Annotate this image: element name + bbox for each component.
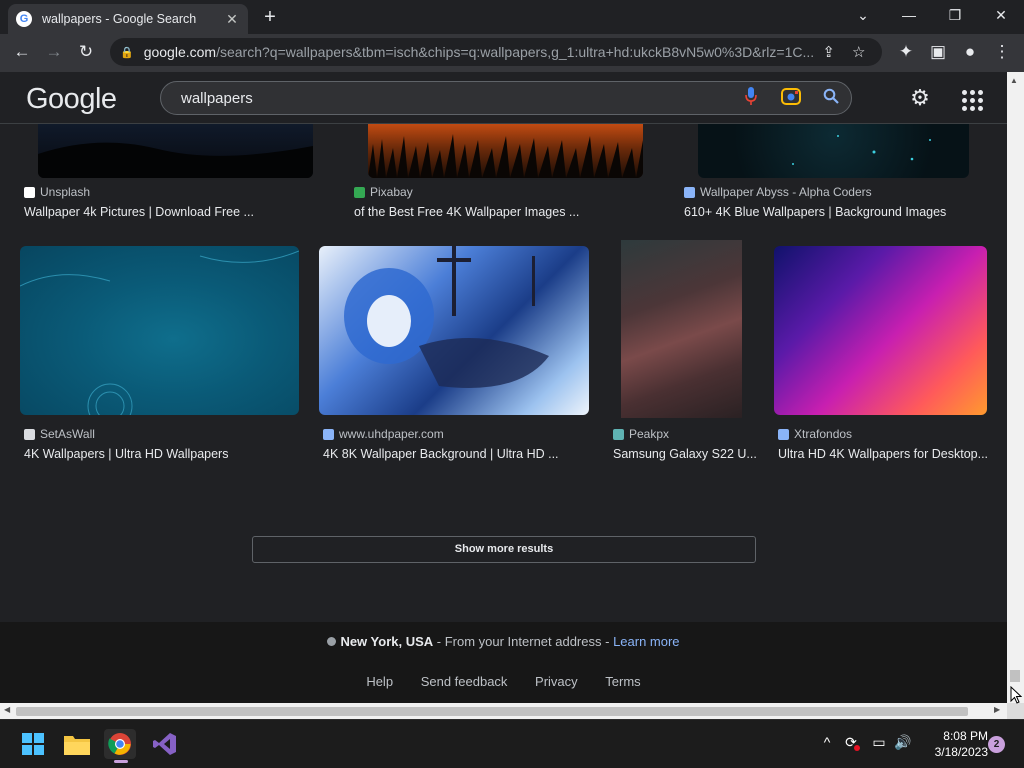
microphone-icon[interactable] xyxy=(731,86,771,110)
learn-more-link[interactable]: Learn more xyxy=(613,634,679,649)
windows-start-icon[interactable] xyxy=(17,729,49,759)
scrollbar-corner xyxy=(1007,703,1024,719)
result-caption[interactable]: Wallpaper 4k Pictures | Download Free ..… xyxy=(24,205,254,219)
visual-studio-icon[interactable] xyxy=(149,729,181,759)
result-image[interactable] xyxy=(20,246,299,415)
sync-error-badge xyxy=(854,745,860,751)
extensions-icon[interactable]: ✦ xyxy=(894,41,918,65)
result-image[interactable] xyxy=(698,124,969,178)
scroll-up-arrow-icon[interactable]: ▲ xyxy=(1010,76,1018,85)
profile-icon[interactable]: ● xyxy=(958,41,982,65)
result-source[interactable]: Pixabay xyxy=(354,185,413,199)
reload-button[interactable]: ↻ xyxy=(74,41,98,65)
result-caption[interactable]: 610+ 4K Blue Wallpapers | Background Ima… xyxy=(684,205,946,219)
setaswall-favicon-icon xyxy=(24,428,35,440)
privacy-link[interactable]: Privacy xyxy=(535,674,578,689)
scroll-right-arrow-icon[interactable]: ▶ xyxy=(994,705,1000,714)
location-name: New York, USA xyxy=(340,634,434,649)
search-icon[interactable] xyxy=(811,88,851,109)
image-results: Unsplash Wallpaper 4k Pictures | Downloa… xyxy=(0,124,1007,703)
mouse-cursor-icon xyxy=(1010,685,1023,704)
show-hidden-icons-chevron-icon[interactable]: ^ xyxy=(816,734,838,750)
bookmark-star-icon[interactable]: ☆ xyxy=(844,43,874,61)
restore-button[interactable]: ❐ xyxy=(932,4,978,30)
volume-icon[interactable]: 🔊 xyxy=(892,734,914,751)
peakpx-favicon-icon xyxy=(613,428,624,440)
footer-links: Help Send feedback Privacy Terms xyxy=(0,674,1007,689)
result-caption[interactable]: Samsung Galaxy S22 U... xyxy=(613,447,757,461)
system-clock[interactable]: 8:08 PM 3/18/2023 xyxy=(918,728,988,760)
google-favicon-icon: G xyxy=(16,11,32,27)
side-panel-icon[interactable]: ▣ xyxy=(926,41,950,65)
file-explorer-icon[interactable] xyxy=(61,729,93,759)
tab-close-icon[interactable]: ✕ xyxy=(224,11,240,28)
location-line: New York, USA - From your Internet addre… xyxy=(0,634,1007,649)
send-feedback-link[interactable]: Send feedback xyxy=(421,674,508,689)
tab-title: wallpapers - Google Search xyxy=(42,12,197,26)
result-image[interactable] xyxy=(774,246,987,415)
result-source[interactable]: SetAsWall xyxy=(24,427,95,441)
uhdpaper-favicon-icon xyxy=(323,428,334,440)
xtrafondos-favicon-icon xyxy=(778,428,789,440)
chrome-taskbar-icon[interactable] xyxy=(104,729,136,759)
settings-gear-icon[interactable]: ⚙ xyxy=(906,84,934,112)
share-icon[interactable]: ⇪ xyxy=(814,43,844,61)
minimize-button[interactable]: — xyxy=(886,4,932,30)
result-image[interactable] xyxy=(319,246,589,415)
network-icon[interactable]: ▭ xyxy=(868,734,890,751)
result-caption[interactable]: 4K 8K Wallpaper Background | Ultra HD ..… xyxy=(323,447,559,461)
result-source[interactable]: www.uhdpaper.com xyxy=(323,427,444,441)
horizontal-scroll-thumb[interactable] xyxy=(16,707,968,716)
clock-time: 8:08 PM xyxy=(943,729,988,743)
tab-search-icon[interactable]: ⌄ xyxy=(840,4,886,30)
active-app-indicator xyxy=(114,760,128,763)
result-image[interactable] xyxy=(38,124,313,178)
page-footer: New York, USA - From your Internet addre… xyxy=(0,622,1007,703)
notification-badge[interactable]: 2 xyxy=(988,736,1005,753)
show-more-results-button[interactable]: Show more results xyxy=(252,536,756,563)
browser-tab[interactable]: G wallpapers - Google Search ✕ xyxy=(8,4,248,34)
pixabay-favicon-icon xyxy=(354,186,365,198)
lens-camera-icon[interactable] xyxy=(771,87,811,110)
back-button[interactable]: ← xyxy=(10,41,34,65)
search-box[interactable] xyxy=(160,81,852,115)
result-caption[interactable]: of the Best Free 4K Wallpaper Images ... xyxy=(354,205,579,219)
scroll-left-arrow-icon[interactable]: ◀ xyxy=(4,705,10,714)
address-bar[interactable]: 🔒 google.com/search?q=wallpapers&tbm=isc… xyxy=(110,38,882,66)
forward-button[interactable]: → xyxy=(42,41,66,65)
new-tab-button[interactable]: + xyxy=(258,6,282,30)
result-source[interactable]: Peakpx xyxy=(613,427,669,441)
close-window-button[interactable]: ✕ xyxy=(978,4,1024,30)
result-source[interactable]: Wallpaper Abyss - Alpha Coders xyxy=(684,185,872,199)
result-source[interactable]: Xtrafondos xyxy=(778,427,852,441)
alpha-coders-favicon-icon xyxy=(684,186,695,198)
unsplash-favicon-icon xyxy=(24,186,35,198)
result-source[interactable]: Unsplash xyxy=(24,185,90,199)
search-input[interactable] xyxy=(181,89,731,107)
vertical-scroll-thumb[interactable] xyxy=(1010,670,1020,682)
result-caption[interactable]: Ultra HD 4K Wallpapers for Desktop... xyxy=(778,447,988,461)
chrome-menu-icon[interactable]: ⋮ xyxy=(990,41,1014,65)
google-logo[interactable]: Google xyxy=(26,83,117,116)
vertical-scrollbar[interactable] xyxy=(1007,72,1024,703)
help-link[interactable]: Help xyxy=(366,674,393,689)
clock-date: 3/18/2023 xyxy=(934,745,988,759)
result-caption[interactable]: 4K Wallpapers | Ultra HD Wallpapers xyxy=(24,447,228,461)
url-text: google.com/search?q=wallpapers&tbm=isch&… xyxy=(143,44,814,60)
terms-link[interactable]: Terms xyxy=(605,674,640,689)
location-dot-icon xyxy=(327,637,337,646)
result-image[interactable] xyxy=(621,240,742,418)
google-apps-grid-icon[interactable] xyxy=(956,84,984,112)
lock-icon: 🔒 xyxy=(120,46,134,59)
result-image[interactable] xyxy=(368,124,643,178)
